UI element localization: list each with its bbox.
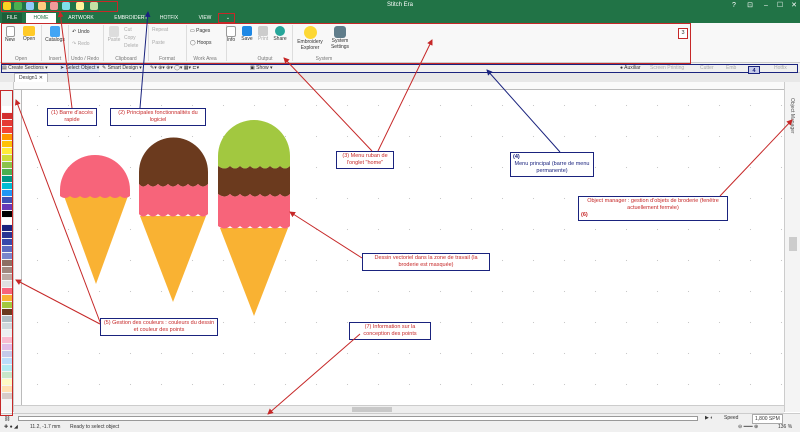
annotation-main-menu-num: (4) [513, 154, 520, 160]
status-bar: ⛓ ▶ ◐ Speed 1,800 SPM ✚ ● ◢ 11.2, -1.7 m… [0, 413, 800, 432]
tab-artwork[interactable]: ARTWORK [62, 13, 100, 23]
annotation-vector-drawing: Dessin vectoriel dans la zone de travail… [362, 253, 490, 271]
window-title: Stitch Era [386, 2, 413, 8]
object-manager-panel[interactable]: Object Manager [784, 82, 800, 412]
help-button[interactable]: ? [728, 1, 740, 11]
tab-embroidery[interactable]: EMBROIDERY [108, 13, 154, 23]
minimize-button[interactable]: – [760, 1, 772, 11]
palette-highlight [0, 90, 13, 416]
zoom-level: 136 % [778, 424, 793, 430]
cursor-coordinates: 11.2, -1.7 mm [30, 424, 61, 430]
annotation-quick-access: (1) Barre d'accès rapide [47, 108, 97, 126]
ribbon-highlight [1, 23, 691, 64]
maximize-button[interactable]: ☐ [774, 1, 786, 11]
label-4: 4 [748, 66, 760, 74]
object-manager-label: Object Manager [789, 98, 795, 134]
annotation-object-manager-text: Object manager : gestion d'objets de bro… [587, 198, 719, 211]
tab-home[interactable]: HOME [26, 13, 56, 23]
tab-file[interactable]: FILE [2, 13, 22, 23]
sim-bar-icon[interactable]: ⛓ [4, 415, 10, 423]
title-bar: Stitch Era ? ⊡ – ☐ ✕ [0, 0, 800, 13]
annotation-main-features: (2) Principales fonctionnalités du logic… [110, 108, 206, 126]
horizontal-scrollbar[interactable] [14, 405, 784, 413]
vertical-scroll-thumb[interactable] [789, 237, 797, 251]
ribbon-toggle-button[interactable]: ⊡ [744, 1, 756, 11]
status-icons: ✚ ● ◢ [4, 424, 18, 430]
label-3: 3 [678, 28, 688, 39]
annotation-stitch-info: (7) Information sur la conception des po… [349, 322, 431, 340]
main-menu-highlight [1, 64, 798, 73]
document-tab-strip: Design1 ✕ [0, 73, 800, 83]
top-ruler [14, 82, 784, 90]
play-button[interactable]: ▶ ◐ [705, 414, 713, 422]
ribbon-tab-bar: FILE HOME ARTWORK EMBROIDERY HOTFIX VIEW… [0, 13, 800, 23]
stitch-progress-bar[interactable] [18, 416, 698, 421]
annotation-ribbon-home: (3) Menu ruban de l'onglet "home" [336, 151, 394, 169]
annotation-object-manager-num: (6) [581, 212, 588, 218]
annotation-color-management: (5) Gestion des couleurs : couleurs du d… [100, 318, 218, 336]
tab-hotfix[interactable]: HOTFIX [154, 13, 184, 23]
design-tab-label: Design1 [19, 75, 38, 81]
annotation-object-manager: Object manager : gestion d'objets de bro… [578, 196, 728, 221]
status-message: Ready to select object [70, 424, 120, 430]
tab-highlight [218, 13, 235, 23]
quick-access-highlight [1, 1, 118, 12]
zoom-slider[interactable]: ⊖ ━━━ ⊕ [738, 423, 758, 431]
left-ruler [14, 90, 22, 405]
tab-view[interactable]: VIEW [190, 13, 220, 23]
speed-label: Speed [724, 415, 739, 421]
close-button[interactable]: ✕ [788, 1, 800, 11]
annotation-main-menu: (4) Menu principal (barre de menu perman… [510, 152, 594, 177]
horizontal-scroll-thumb[interactable] [352, 407, 392, 412]
annotation-main-menu-text: Menu principal (barre de menu permanente… [514, 161, 590, 174]
work-area-canvas[interactable] [22, 90, 784, 405]
